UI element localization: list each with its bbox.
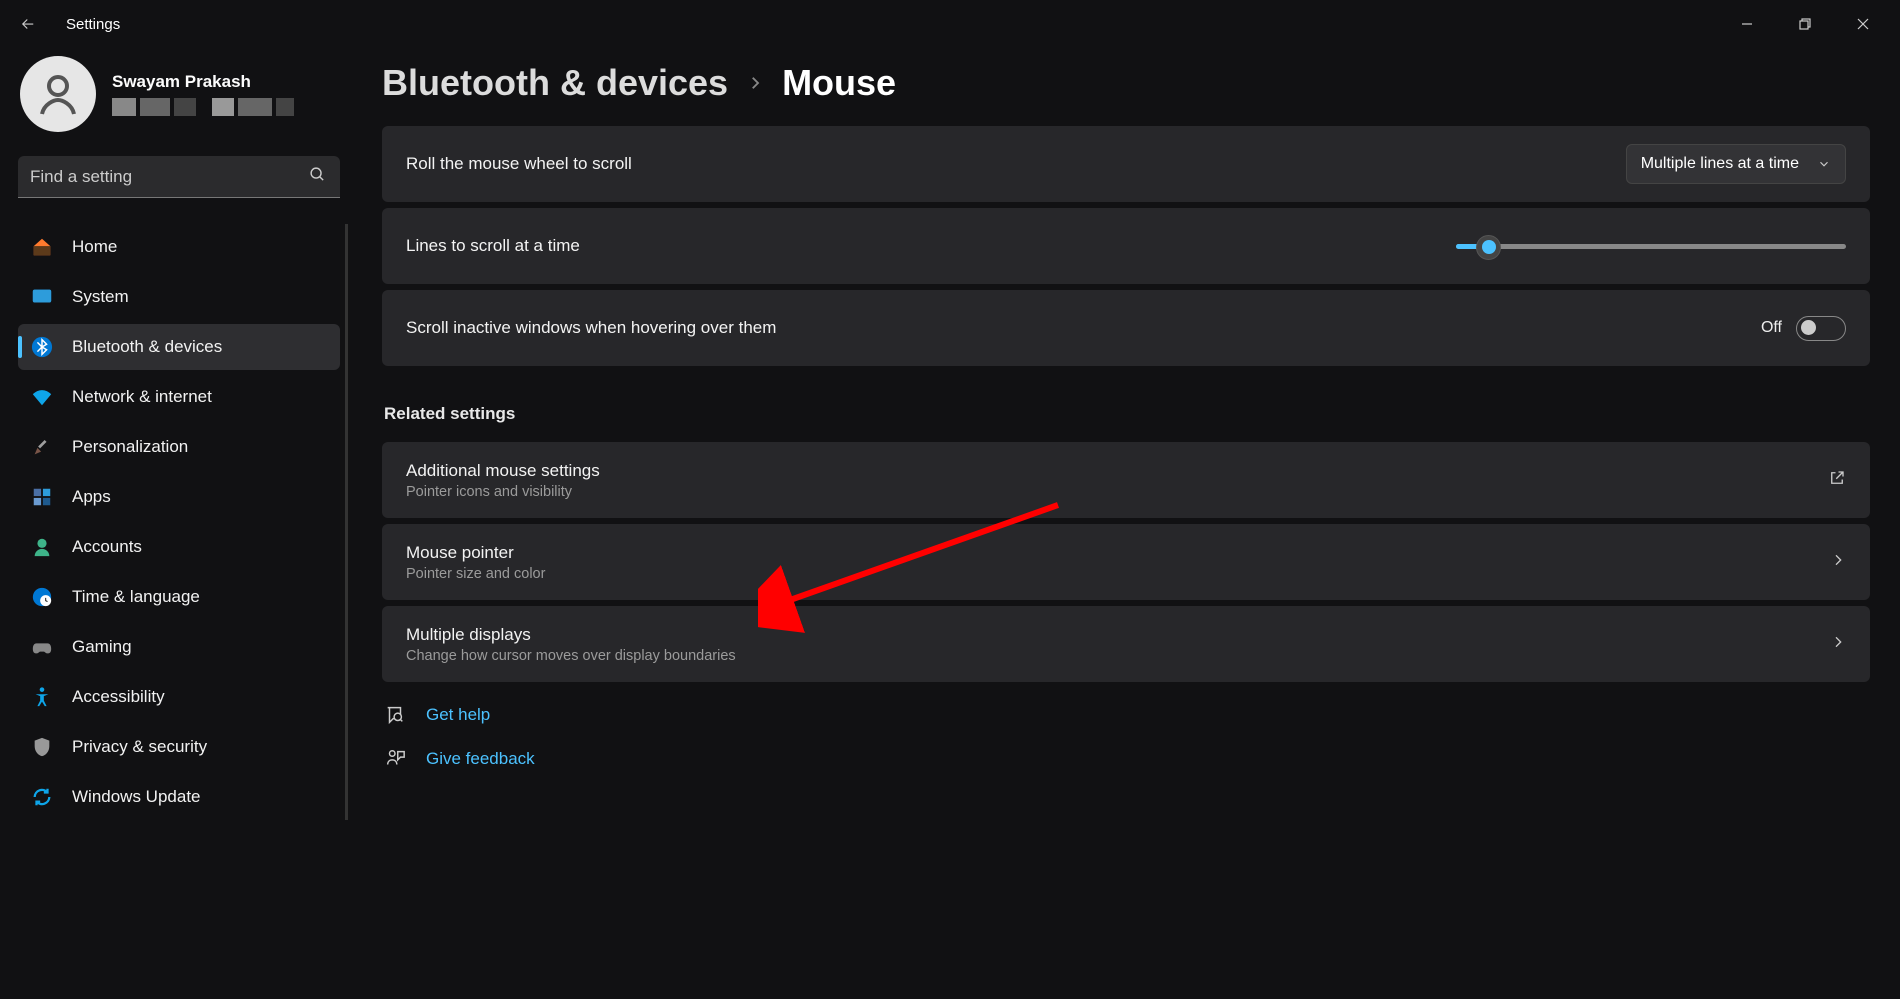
sidebar-item-label: System [72,287,129,307]
give-feedback-link[interactable]: Give feedback [426,749,535,769]
setting-lines-scroll: Lines to scroll at a time [382,208,1870,284]
person-icon [30,535,54,559]
sidebar-item-label: Windows Update [72,787,201,807]
breadcrumb: Bluetooth & devices Mouse [382,62,1870,104]
nav-list: Home System Bluetooth & devices Network … [18,224,340,820]
sidebar-scrollbar[interactable] [345,224,348,820]
sidebar-item-label: Gaming [72,637,132,657]
sidebar-item-gaming[interactable]: Gaming [18,624,340,670]
get-help-row: Get help [382,704,1870,726]
person-icon [34,70,82,118]
breadcrumb-parent[interactable]: Bluetooth & devices [382,62,728,104]
avatar [20,56,96,132]
link-title: Multiple displays [406,625,736,645]
slider-thumb[interactable] [1476,235,1501,260]
search-input[interactable] [18,156,340,198]
setting-scroll-mode: Roll the mouse wheel to scroll Multiple … [382,126,1870,202]
sidebar-item-label: Bluetooth & devices [72,337,222,357]
chevron-right-icon [1830,634,1846,655]
arrow-left-icon [19,15,37,33]
titlebar: Settings [0,0,1900,48]
controller-icon [30,635,54,659]
brush-icon [30,435,54,459]
close-button[interactable] [1834,4,1892,44]
additional-mouse-settings[interactable]: Additional mouse settings Pointer icons … [382,442,1870,518]
window-title: Settings [66,16,120,33]
profile-section[interactable]: Swayam Prakash [18,48,340,156]
maximize-icon [1799,18,1811,30]
profile-email-redacted [112,98,294,116]
sidebar-item-label: Accounts [72,537,142,557]
scroll-inactive-toggle[interactable] [1796,316,1846,341]
profile-name: Swayam Prakash [112,72,294,92]
get-help-link[interactable]: Get help [426,705,490,725]
search-icon [309,166,326,188]
sidebar-item-personalization[interactable]: Personalization [18,424,340,470]
apps-icon [30,485,54,509]
shield-icon [30,735,54,759]
multiple-displays-link[interactable]: Multiple displays Change how cursor move… [382,606,1870,682]
related-settings-header: Related settings [384,404,1870,424]
dropdown-value: Multiple lines at a time [1641,155,1799,173]
accessibility-icon [30,685,54,709]
breadcrumb-current: Mouse [782,62,896,104]
main-content: Bluetooth & devices Mouse Roll the mouse… [358,48,1900,999]
give-feedback-row: Give feedback [382,748,1870,770]
minimize-icon [1741,18,1753,30]
sidebar-item-accounts[interactable]: Accounts [18,524,340,570]
sidebar-item-label: Privacy & security [72,737,207,757]
sidebar-item-system[interactable]: System [18,274,340,320]
link-title: Additional mouse settings [406,461,600,481]
search-field[interactable] [18,156,340,198]
bluetooth-icon [30,335,54,359]
home-icon [30,235,54,259]
chevron-right-icon [746,74,764,92]
chevron-down-icon [1817,157,1831,171]
close-icon [1857,18,1869,30]
chevron-right-icon [1830,552,1846,573]
setting-label: Roll the mouse wheel to scroll [406,154,632,174]
sidebar-item-update[interactable]: Windows Update [18,774,340,820]
setting-scroll-inactive: Scroll inactive windows when hovering ov… [382,290,1870,366]
sidebar-item-label: Personalization [72,437,188,457]
sidebar-item-label: Home [72,237,117,257]
toggle-state-text: Off [1761,319,1782,337]
sidebar-item-accessibility[interactable]: Accessibility [18,674,340,720]
setting-label: Lines to scroll at a time [406,236,580,256]
wifi-icon [30,385,54,409]
link-subtitle: Pointer size and color [406,566,545,582]
sidebar-item-home[interactable]: Home [18,224,340,270]
open-external-icon [1828,469,1846,492]
system-icon [30,285,54,309]
sidebar-item-label: Network & internet [72,387,212,407]
sidebar-item-bluetooth[interactable]: Bluetooth & devices [18,324,340,370]
link-title: Mouse pointer [406,543,545,563]
window-controls [1718,4,1892,44]
sidebar-item-label: Apps [72,487,111,507]
link-subtitle: Pointer icons and visibility [406,484,600,500]
back-button[interactable] [8,4,48,44]
maximize-button[interactable] [1776,4,1834,44]
sidebar-item-label: Time & language [72,587,200,607]
minimize-button[interactable] [1718,4,1776,44]
feedback-icon [384,748,406,770]
link-subtitle: Change how cursor moves over display bou… [406,648,736,664]
lines-scroll-slider[interactable] [1456,244,1846,249]
mouse-pointer-link[interactable]: Mouse pointer Pointer size and color [382,524,1870,600]
sidebar-item-network[interactable]: Network & internet [18,374,340,420]
sidebar-item-privacy[interactable]: Privacy & security [18,724,340,770]
help-icon [384,704,406,726]
sidebar-item-apps[interactable]: Apps [18,474,340,520]
sidebar-item-label: Accessibility [72,687,165,707]
setting-label: Scroll inactive windows when hovering ov… [406,318,776,338]
sidebar: Swayam Prakash Home System [0,48,358,999]
update-icon [30,785,54,809]
toggle-knob [1801,320,1816,335]
globe-clock-icon [30,585,54,609]
sidebar-item-time[interactable]: Time & language [18,574,340,620]
scroll-mode-dropdown[interactable]: Multiple lines at a time [1626,144,1846,184]
